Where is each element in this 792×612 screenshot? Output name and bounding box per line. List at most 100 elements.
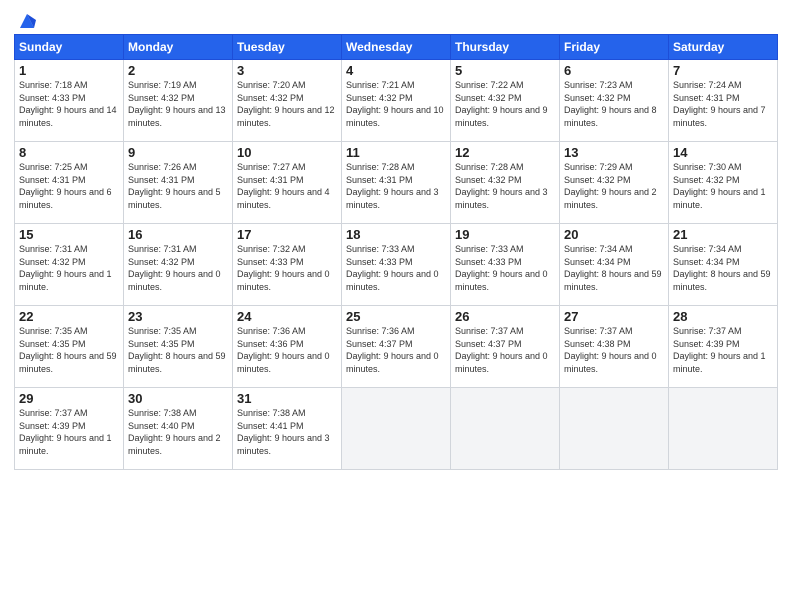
calendar-day-cell: 30 Sunrise: 7:38 AMSunset: 4:40 PMDaylig… xyxy=(124,388,233,470)
calendar-day-cell: 9 Sunrise: 7:26 AMSunset: 4:31 PMDayligh… xyxy=(124,142,233,224)
logo-icon xyxy=(16,10,38,32)
calendar-day-cell xyxy=(451,388,560,470)
day-info: Sunrise: 7:37 AMSunset: 4:39 PMDaylight:… xyxy=(673,326,766,374)
day-number: 19 xyxy=(455,227,555,242)
calendar-day-cell: 13 Sunrise: 7:29 AMSunset: 4:32 PMDaylig… xyxy=(560,142,669,224)
day-info: Sunrise: 7:34 AMSunset: 4:34 PMDaylight:… xyxy=(564,244,662,292)
day-info: Sunrise: 7:19 AMSunset: 4:32 PMDaylight:… xyxy=(128,80,226,128)
day-info: Sunrise: 7:38 AMSunset: 4:40 PMDaylight:… xyxy=(128,408,221,456)
calendar-week-row: 15 Sunrise: 7:31 AMSunset: 4:32 PMDaylig… xyxy=(15,224,778,306)
day-info: Sunrise: 7:28 AMSunset: 4:32 PMDaylight:… xyxy=(455,162,548,210)
day-number: 15 xyxy=(19,227,119,242)
calendar-day-cell xyxy=(669,388,778,470)
calendar-day-cell: 24 Sunrise: 7:36 AMSunset: 4:36 PMDaylig… xyxy=(233,306,342,388)
day-number: 28 xyxy=(673,309,773,324)
col-monday: Monday xyxy=(124,35,233,60)
day-number: 2 xyxy=(128,63,228,78)
calendar-day-cell: 23 Sunrise: 7:35 AMSunset: 4:35 PMDaylig… xyxy=(124,306,233,388)
calendar-week-row: 1 Sunrise: 7:18 AMSunset: 4:33 PMDayligh… xyxy=(15,60,778,142)
calendar-day-cell: 20 Sunrise: 7:34 AMSunset: 4:34 PMDaylig… xyxy=(560,224,669,306)
day-info: Sunrise: 7:32 AMSunset: 4:33 PMDaylight:… xyxy=(237,244,330,292)
calendar-day-cell xyxy=(342,388,451,470)
day-number: 8 xyxy=(19,145,119,160)
day-number: 27 xyxy=(564,309,664,324)
logo xyxy=(14,10,38,26)
day-info: Sunrise: 7:28 AMSunset: 4:31 PMDaylight:… xyxy=(346,162,439,210)
calendar-day-cell: 12 Sunrise: 7:28 AMSunset: 4:32 PMDaylig… xyxy=(451,142,560,224)
day-number: 18 xyxy=(346,227,446,242)
day-info: Sunrise: 7:31 AMSunset: 4:32 PMDaylight:… xyxy=(19,244,112,292)
calendar-week-row: 8 Sunrise: 7:25 AMSunset: 4:31 PMDayligh… xyxy=(15,142,778,224)
calendar-day-cell: 27 Sunrise: 7:37 AMSunset: 4:38 PMDaylig… xyxy=(560,306,669,388)
day-info: Sunrise: 7:22 AMSunset: 4:32 PMDaylight:… xyxy=(455,80,548,128)
day-number: 26 xyxy=(455,309,555,324)
calendar-day-cell: 21 Sunrise: 7:34 AMSunset: 4:34 PMDaylig… xyxy=(669,224,778,306)
calendar-day-cell: 3 Sunrise: 7:20 AMSunset: 4:32 PMDayligh… xyxy=(233,60,342,142)
day-number: 9 xyxy=(128,145,228,160)
page-header xyxy=(14,10,778,26)
calendar-week-row: 29 Sunrise: 7:37 AMSunset: 4:39 PMDaylig… xyxy=(15,388,778,470)
calendar-day-cell: 29 Sunrise: 7:37 AMSunset: 4:39 PMDaylig… xyxy=(15,388,124,470)
day-number: 30 xyxy=(128,391,228,406)
calendar-day-cell: 8 Sunrise: 7:25 AMSunset: 4:31 PMDayligh… xyxy=(15,142,124,224)
calendar-header-row: Sunday Monday Tuesday Wednesday Thursday… xyxy=(15,35,778,60)
col-saturday: Saturday xyxy=(669,35,778,60)
day-info: Sunrise: 7:21 AMSunset: 4:32 PMDaylight:… xyxy=(346,80,444,128)
day-number: 21 xyxy=(673,227,773,242)
day-number: 12 xyxy=(455,145,555,160)
calendar-day-cell: 18 Sunrise: 7:33 AMSunset: 4:33 PMDaylig… xyxy=(342,224,451,306)
day-number: 11 xyxy=(346,145,446,160)
day-number: 29 xyxy=(19,391,119,406)
day-number: 14 xyxy=(673,145,773,160)
col-thursday: Thursday xyxy=(451,35,560,60)
day-number: 7 xyxy=(673,63,773,78)
calendar-day-cell: 28 Sunrise: 7:37 AMSunset: 4:39 PMDaylig… xyxy=(669,306,778,388)
day-info: Sunrise: 7:37 AMSunset: 4:39 PMDaylight:… xyxy=(19,408,112,456)
day-info: Sunrise: 7:18 AMSunset: 4:33 PMDaylight:… xyxy=(19,80,117,128)
calendar-day-cell: 10 Sunrise: 7:27 AMSunset: 4:31 PMDaylig… xyxy=(233,142,342,224)
calendar-day-cell: 16 Sunrise: 7:31 AMSunset: 4:32 PMDaylig… xyxy=(124,224,233,306)
day-number: 31 xyxy=(237,391,337,406)
day-number: 3 xyxy=(237,63,337,78)
day-number: 17 xyxy=(237,227,337,242)
day-number: 20 xyxy=(564,227,664,242)
day-info: Sunrise: 7:38 AMSunset: 4:41 PMDaylight:… xyxy=(237,408,330,456)
day-info: Sunrise: 7:20 AMSunset: 4:32 PMDaylight:… xyxy=(237,80,335,128)
day-info: Sunrise: 7:31 AMSunset: 4:32 PMDaylight:… xyxy=(128,244,221,292)
day-info: Sunrise: 7:36 AMSunset: 4:36 PMDaylight:… xyxy=(237,326,330,374)
day-info: Sunrise: 7:23 AMSunset: 4:32 PMDaylight:… xyxy=(564,80,657,128)
calendar-day-cell: 2 Sunrise: 7:19 AMSunset: 4:32 PMDayligh… xyxy=(124,60,233,142)
col-wednesday: Wednesday xyxy=(342,35,451,60)
col-sunday: Sunday xyxy=(15,35,124,60)
calendar-table: Sunday Monday Tuesday Wednesday Thursday… xyxy=(14,34,778,470)
calendar-day-cell: 31 Sunrise: 7:38 AMSunset: 4:41 PMDaylig… xyxy=(233,388,342,470)
day-info: Sunrise: 7:37 AMSunset: 4:37 PMDaylight:… xyxy=(455,326,548,374)
calendar-day-cell: 5 Sunrise: 7:22 AMSunset: 4:32 PMDayligh… xyxy=(451,60,560,142)
day-info: Sunrise: 7:34 AMSunset: 4:34 PMDaylight:… xyxy=(673,244,771,292)
calendar-day-cell: 17 Sunrise: 7:32 AMSunset: 4:33 PMDaylig… xyxy=(233,224,342,306)
day-info: Sunrise: 7:33 AMSunset: 4:33 PMDaylight:… xyxy=(346,244,439,292)
day-number: 6 xyxy=(564,63,664,78)
day-info: Sunrise: 7:30 AMSunset: 4:32 PMDaylight:… xyxy=(673,162,766,210)
day-number: 23 xyxy=(128,309,228,324)
day-info: Sunrise: 7:36 AMSunset: 4:37 PMDaylight:… xyxy=(346,326,439,374)
day-info: Sunrise: 7:29 AMSunset: 4:32 PMDaylight:… xyxy=(564,162,657,210)
day-number: 25 xyxy=(346,309,446,324)
calendar-day-cell: 19 Sunrise: 7:33 AMSunset: 4:33 PMDaylig… xyxy=(451,224,560,306)
calendar-day-cell: 4 Sunrise: 7:21 AMSunset: 4:32 PMDayligh… xyxy=(342,60,451,142)
day-number: 5 xyxy=(455,63,555,78)
calendar-day-cell: 1 Sunrise: 7:18 AMSunset: 4:33 PMDayligh… xyxy=(15,60,124,142)
calendar-week-row: 22 Sunrise: 7:35 AMSunset: 4:35 PMDaylig… xyxy=(15,306,778,388)
day-info: Sunrise: 7:26 AMSunset: 4:31 PMDaylight:… xyxy=(128,162,221,210)
day-info: Sunrise: 7:37 AMSunset: 4:38 PMDaylight:… xyxy=(564,326,657,374)
day-number: 22 xyxy=(19,309,119,324)
col-tuesday: Tuesday xyxy=(233,35,342,60)
calendar-day-cell xyxy=(560,388,669,470)
calendar-day-cell: 11 Sunrise: 7:28 AMSunset: 4:31 PMDaylig… xyxy=(342,142,451,224)
day-info: Sunrise: 7:35 AMSunset: 4:35 PMDaylight:… xyxy=(19,326,117,374)
col-friday: Friday xyxy=(560,35,669,60)
day-info: Sunrise: 7:25 AMSunset: 4:31 PMDaylight:… xyxy=(19,162,112,210)
day-number: 4 xyxy=(346,63,446,78)
day-number: 16 xyxy=(128,227,228,242)
calendar-day-cell: 14 Sunrise: 7:30 AMSunset: 4:32 PMDaylig… xyxy=(669,142,778,224)
